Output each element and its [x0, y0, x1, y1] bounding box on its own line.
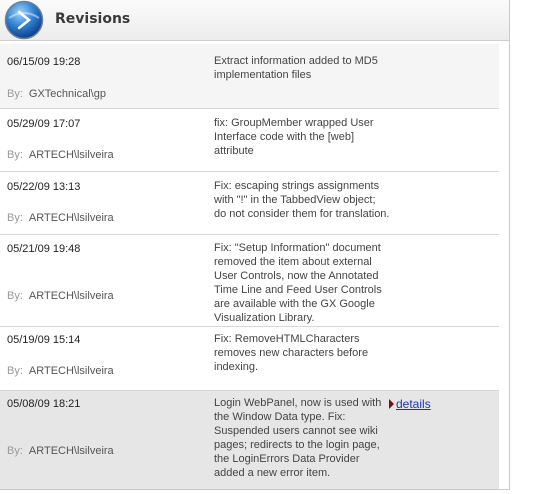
revision-author: By: ARTECH\lsilveira	[7, 149, 114, 161]
list-item: 05/19/09 15:14 Fix: RemoveHTMLCharacters…	[0, 327, 499, 391]
revision-date: 05/21/09 19:48	[7, 243, 81, 255]
revision-date: 06/15/09 19:28	[7, 56, 81, 68]
revision-author: By: ARTECH\lsilveira	[7, 212, 114, 224]
revisions-panel: Revisions 06/15/09 19:28 Extract informa…	[0, 0, 510, 490]
details-link[interactable]: details	[389, 397, 431, 411]
list-item: 05/21/09 19:48 Fix: "Setup Information" …	[0, 235, 499, 327]
app-logo-icon	[4, 0, 44, 40]
revision-date: 05/29/09 17:07	[7, 118, 81, 130]
page-title: Revisions	[55, 11, 131, 27]
revision-message: Fix: "Setup Information" document remove…	[214, 242, 382, 324]
revisions-list: 06/15/09 19:28 Extract information added…	[0, 44, 499, 489]
revision-author: By: ARTECH\lsilveira	[7, 445, 114, 457]
revision-date: 05/08/09 18:21	[7, 398, 81, 410]
play-arrow-icon	[389, 399, 394, 409]
revision-author: By: ARTECH\lsilveira	[7, 290, 114, 302]
revision-message: Fix: RemoveHTMLCharacters removes new ch…	[214, 333, 369, 373]
revision-message: Extract information added to MD5 impleme…	[214, 55, 378, 81]
list-item: 05/08/09 18:21 Login WebPanel, now is us…	[0, 391, 499, 489]
revision-date: 05/22/09 13:13	[7, 181, 81, 193]
list-item: 05/22/09 13:13 Fix: escaping strings ass…	[0, 172, 499, 235]
revision-message: fix: GroupMember wrapped User Interface …	[214, 117, 374, 157]
panel-header: Revisions	[0, 0, 509, 41]
revision-message: Login WebPanel, now is used with the Win…	[214, 397, 382, 479]
revision-author: By: ARTECH\lsilveira	[7, 365, 114, 377]
revision-message: Fix: escaping strings assignments with "…	[214, 180, 390, 220]
list-item: 05/29/09 17:07 fix: GroupMember wrapped …	[0, 109, 499, 172]
revision-date: 05/19/09 15:14	[7, 334, 81, 346]
revision-author: By: GXTechnical\gp	[7, 88, 106, 100]
list-item: 06/15/09 19:28 Extract information added…	[0, 44, 499, 109]
